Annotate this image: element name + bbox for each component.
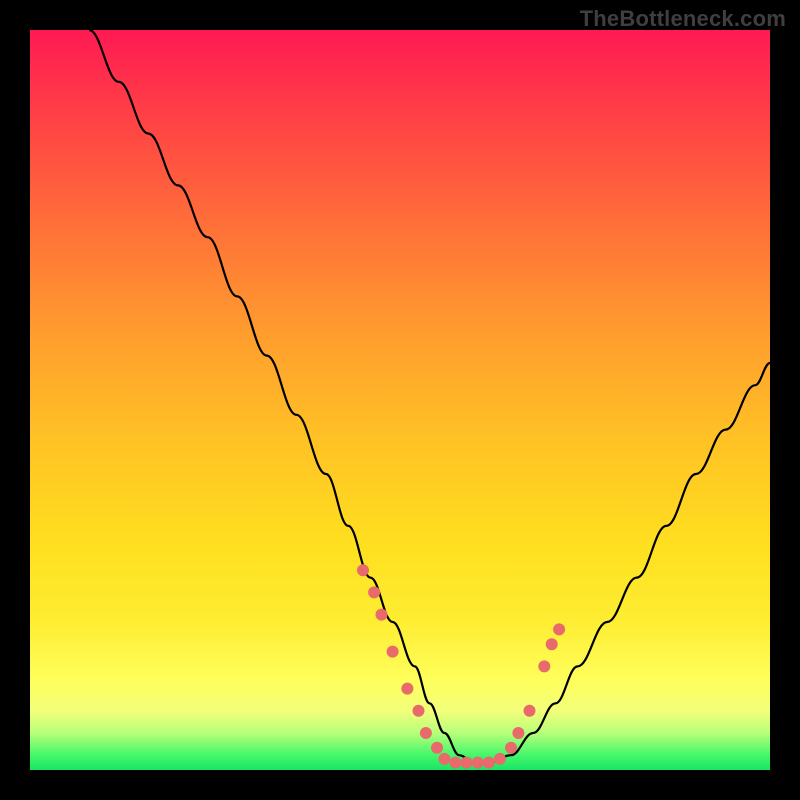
data-point bbox=[505, 742, 517, 754]
data-point bbox=[401, 683, 413, 695]
data-point bbox=[431, 742, 443, 754]
data-point bbox=[368, 586, 380, 598]
data-point bbox=[420, 727, 432, 739]
data-point bbox=[387, 646, 399, 658]
data-point bbox=[413, 705, 425, 717]
chart-frame: TheBottleneck.com bbox=[0, 0, 800, 800]
watermark-text: TheBottleneck.com bbox=[580, 6, 786, 32]
data-point bbox=[553, 623, 565, 635]
data-point bbox=[450, 757, 462, 769]
chart-svg bbox=[30, 30, 770, 770]
data-point bbox=[461, 757, 473, 769]
data-points-group bbox=[357, 564, 565, 768]
data-point bbox=[538, 660, 550, 672]
data-point bbox=[357, 564, 369, 576]
data-point bbox=[376, 609, 388, 621]
data-point bbox=[472, 757, 484, 769]
data-point bbox=[546, 638, 558, 650]
data-point bbox=[524, 705, 536, 717]
chart-plot-area bbox=[30, 30, 770, 770]
data-point bbox=[483, 757, 495, 769]
data-point bbox=[438, 753, 450, 765]
data-point bbox=[494, 753, 506, 765]
bottleneck-curve-path bbox=[89, 30, 770, 763]
data-point bbox=[512, 727, 524, 739]
